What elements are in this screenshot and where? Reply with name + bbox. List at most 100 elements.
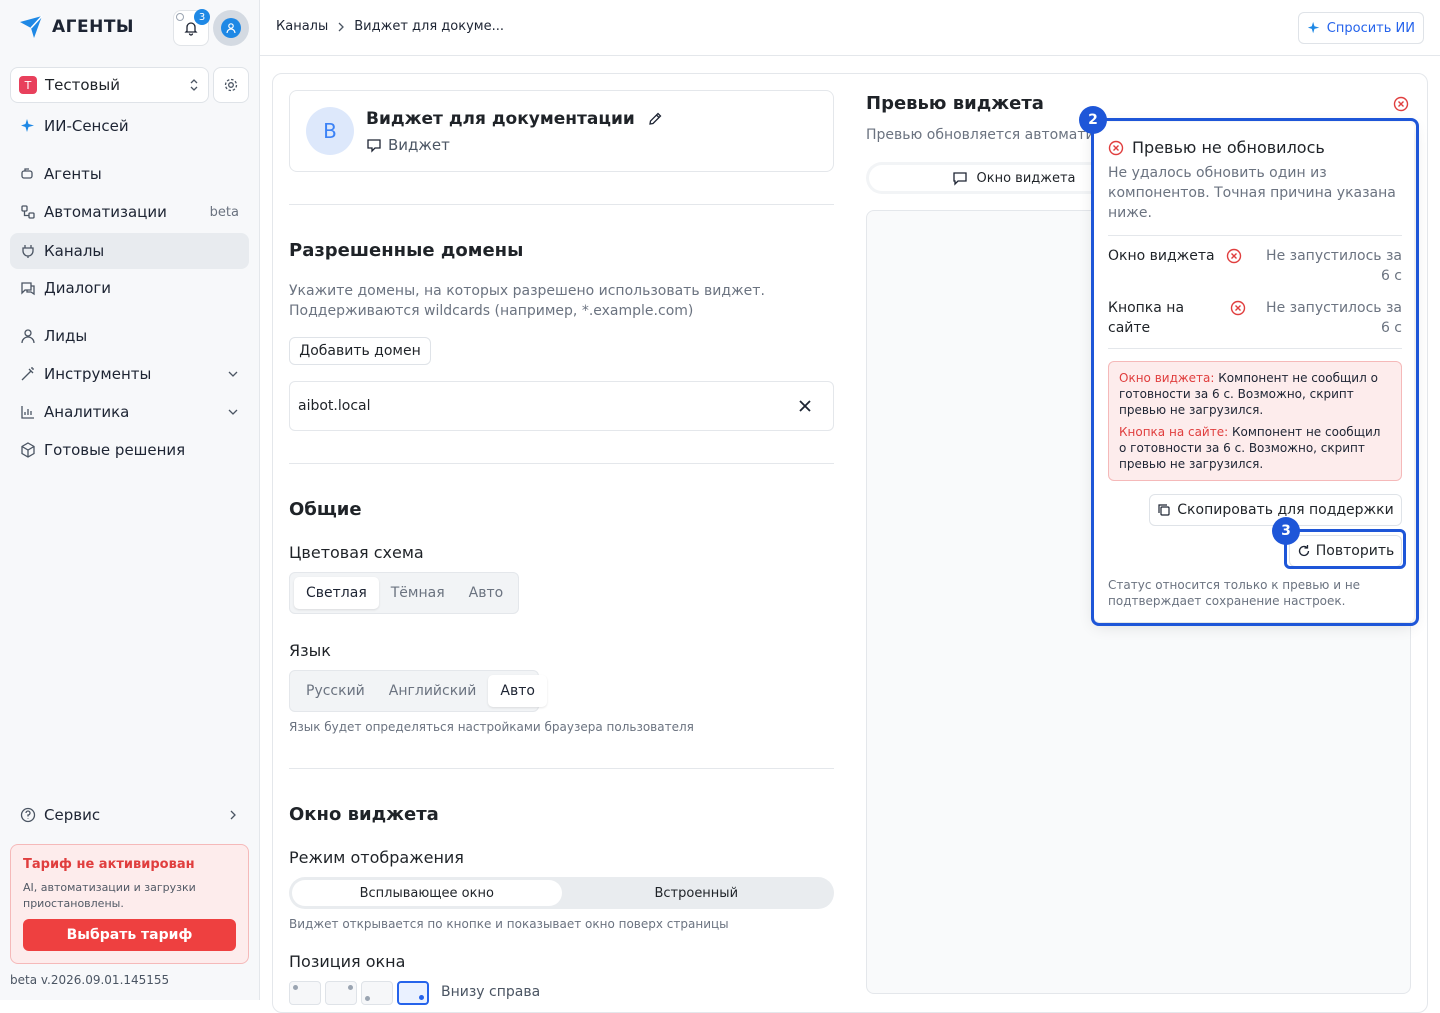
position-top-left[interactable] xyxy=(289,981,321,1005)
sidebar-item-channels[interactable]: Каналы xyxy=(10,233,249,269)
preview-title: Превью виджета xyxy=(866,93,1044,114)
chevron-right-icon xyxy=(230,810,236,820)
sidebar-item-ai-sensei[interactable]: ИИ-Сенсей xyxy=(10,108,249,144)
sidebar-item-label: Лиды xyxy=(44,327,88,345)
wand-icon xyxy=(21,367,34,381)
widget-title: Виджет для документации xyxy=(366,109,635,129)
breadcrumb: Каналы Виджет для докуме... xyxy=(276,19,504,34)
version-label: beta v.2026.09.01.145155 xyxy=(10,973,170,987)
domain-value: aibot.local xyxy=(298,398,371,414)
divider xyxy=(289,768,834,769)
widget-type: Виджет xyxy=(366,136,450,154)
beta-badge: beta xyxy=(209,204,239,220)
widget-header-card: В Виджет для документации Виджет xyxy=(289,90,834,172)
user-icon xyxy=(226,23,236,34)
window-position-picker xyxy=(289,981,429,1005)
highlight-outline xyxy=(1284,529,1406,569)
logo[interactable]: АГЕНТЫ xyxy=(18,14,134,40)
display-mode-hint: Виджет открывается по кнопке и показывае… xyxy=(289,917,729,931)
sidebar-item-solutions[interactable]: Готовые решения xyxy=(10,432,249,468)
workflow-icon xyxy=(21,205,35,219)
window-position-value: Внизу справа xyxy=(441,984,541,1000)
breadcrumb-channels[interactable]: Каналы xyxy=(276,19,328,34)
breadcrumb-current: Виджет для докуме... xyxy=(354,19,504,34)
divider xyxy=(289,463,834,464)
sidebar-item-label: Готовые решения xyxy=(44,441,186,459)
loading-ring-icon xyxy=(176,13,184,21)
plan-warning: Тариф не активирован AI, автоматизации и… xyxy=(10,844,249,964)
pencil-icon[interactable] xyxy=(647,111,663,127)
lang-russian[interactable]: Русский xyxy=(294,675,377,707)
language-hint: Язык будет определяться настройками брау… xyxy=(289,720,694,734)
error-status-icon[interactable] xyxy=(1393,96,1409,112)
language-segmented: Русский Английский Авто xyxy=(289,670,547,712)
widget-window-title: Окно виджета xyxy=(289,804,439,825)
sidebar-item-agents[interactable]: Агенты xyxy=(10,156,249,192)
color-scheme-label: Цветовая схема xyxy=(289,543,424,562)
sidebar-item-label: Автоматизации xyxy=(44,203,167,221)
mode-popup[interactable]: Всплывающее окно xyxy=(292,880,562,906)
ask-ai-button[interactable]: Спросить ИИ xyxy=(1297,12,1424,44)
chat-icon xyxy=(21,282,35,296)
notifications-button[interactable]: 3 xyxy=(173,9,210,46)
sidebar: АГЕНТЫ 3 Т Тестовый ИИ-Сенсей Агенты Авт… xyxy=(0,0,260,1000)
help-icon xyxy=(20,807,36,823)
plan-title: Тариф не активирован xyxy=(23,857,195,872)
notifications-badge: 3 xyxy=(194,9,210,25)
sparkle-icon xyxy=(1307,21,1320,34)
plan-description: AI, автоматизации и загрузки приостановл… xyxy=(23,881,196,910)
ask-ai-label: Спросить ИИ xyxy=(1326,20,1415,36)
step-marker: 2 xyxy=(1079,106,1107,134)
workspace-settings-button[interactable] xyxy=(213,67,249,103)
sidebar-item-label: ИИ-Сенсей xyxy=(44,117,129,135)
logo-icon xyxy=(20,15,43,38)
sidebar-item-tools[interactable]: Инструменты xyxy=(10,356,249,392)
scheme-dark[interactable]: Тёмная xyxy=(379,577,457,609)
divider xyxy=(289,204,834,205)
domain-row: aibot.local xyxy=(289,381,834,431)
position-bottom-left[interactable] xyxy=(361,981,393,1005)
choose-plan-button[interactable]: Выбрать тариф xyxy=(23,919,236,951)
agents-icon xyxy=(21,168,33,179)
preview-subtitle: Превью обновляется автоматически xyxy=(866,127,1106,143)
display-mode-label: Режим отображения xyxy=(289,848,464,867)
lang-english[interactable]: Английский xyxy=(377,675,489,707)
color-scheme-segmented: Светлая Тёмная Авто xyxy=(289,572,519,614)
display-mode-toggle: Всплывающее окно Встроенный xyxy=(289,877,834,909)
position-bottom-right[interactable] xyxy=(397,981,429,1005)
user-avatar[interactable] xyxy=(213,10,249,46)
widget-icon xyxy=(367,139,381,153)
workspace-name: Тестовый xyxy=(45,76,120,94)
sidebar-item-label: Аналитика xyxy=(44,403,130,421)
domains-desc-2: Поддерживаются wildcards (например, *.ex… xyxy=(289,303,694,319)
chevron-down-icon xyxy=(228,371,238,377)
chat-icon xyxy=(953,172,968,186)
sidebar-item-leads[interactable]: Лиды xyxy=(10,318,249,354)
chevron-down-icon xyxy=(228,409,238,415)
sidebar-item-label: Инструменты xyxy=(44,365,152,383)
position-top-right[interactable] xyxy=(325,981,357,1005)
sidebar-item-label: Диалоги xyxy=(44,279,112,297)
gear-icon xyxy=(224,78,238,92)
lang-auto[interactable]: Авто xyxy=(488,675,547,707)
sparkle-icon xyxy=(21,119,34,132)
add-domain-button[interactable]: Добавить домен xyxy=(289,337,431,365)
domains-desc-1: Укажите домены, на которых разрешено исп… xyxy=(289,283,765,299)
box-icon xyxy=(21,442,35,458)
workspace-selector[interactable]: Т Тестовый xyxy=(10,67,209,103)
topbar: Каналы Виджет для докуме... Спросить ИИ xyxy=(260,0,1440,56)
sidebar-item-automations[interactable]: Автоматизации beta xyxy=(10,194,249,230)
chevron-right-icon xyxy=(338,22,345,31)
sidebar-item-service[interactable]: Сервис xyxy=(10,797,249,833)
general-title: Общие xyxy=(289,499,362,520)
sidebar-item-dialogs[interactable]: Диалоги xyxy=(10,270,249,306)
scheme-light[interactable]: Светлая xyxy=(294,577,379,609)
widget-title-row: Виджет для документации xyxy=(366,109,663,129)
sidebar-item-analytics[interactable]: Аналитика xyxy=(10,394,249,430)
logo-text: АГЕНТЫ xyxy=(52,17,135,37)
user-icon xyxy=(21,329,35,344)
scheme-auto[interactable]: Авто xyxy=(457,577,516,609)
mode-embedded[interactable]: Встроенный xyxy=(562,880,832,906)
window-position-label: Позиция окна xyxy=(289,952,406,971)
close-icon[interactable] xyxy=(793,394,817,418)
